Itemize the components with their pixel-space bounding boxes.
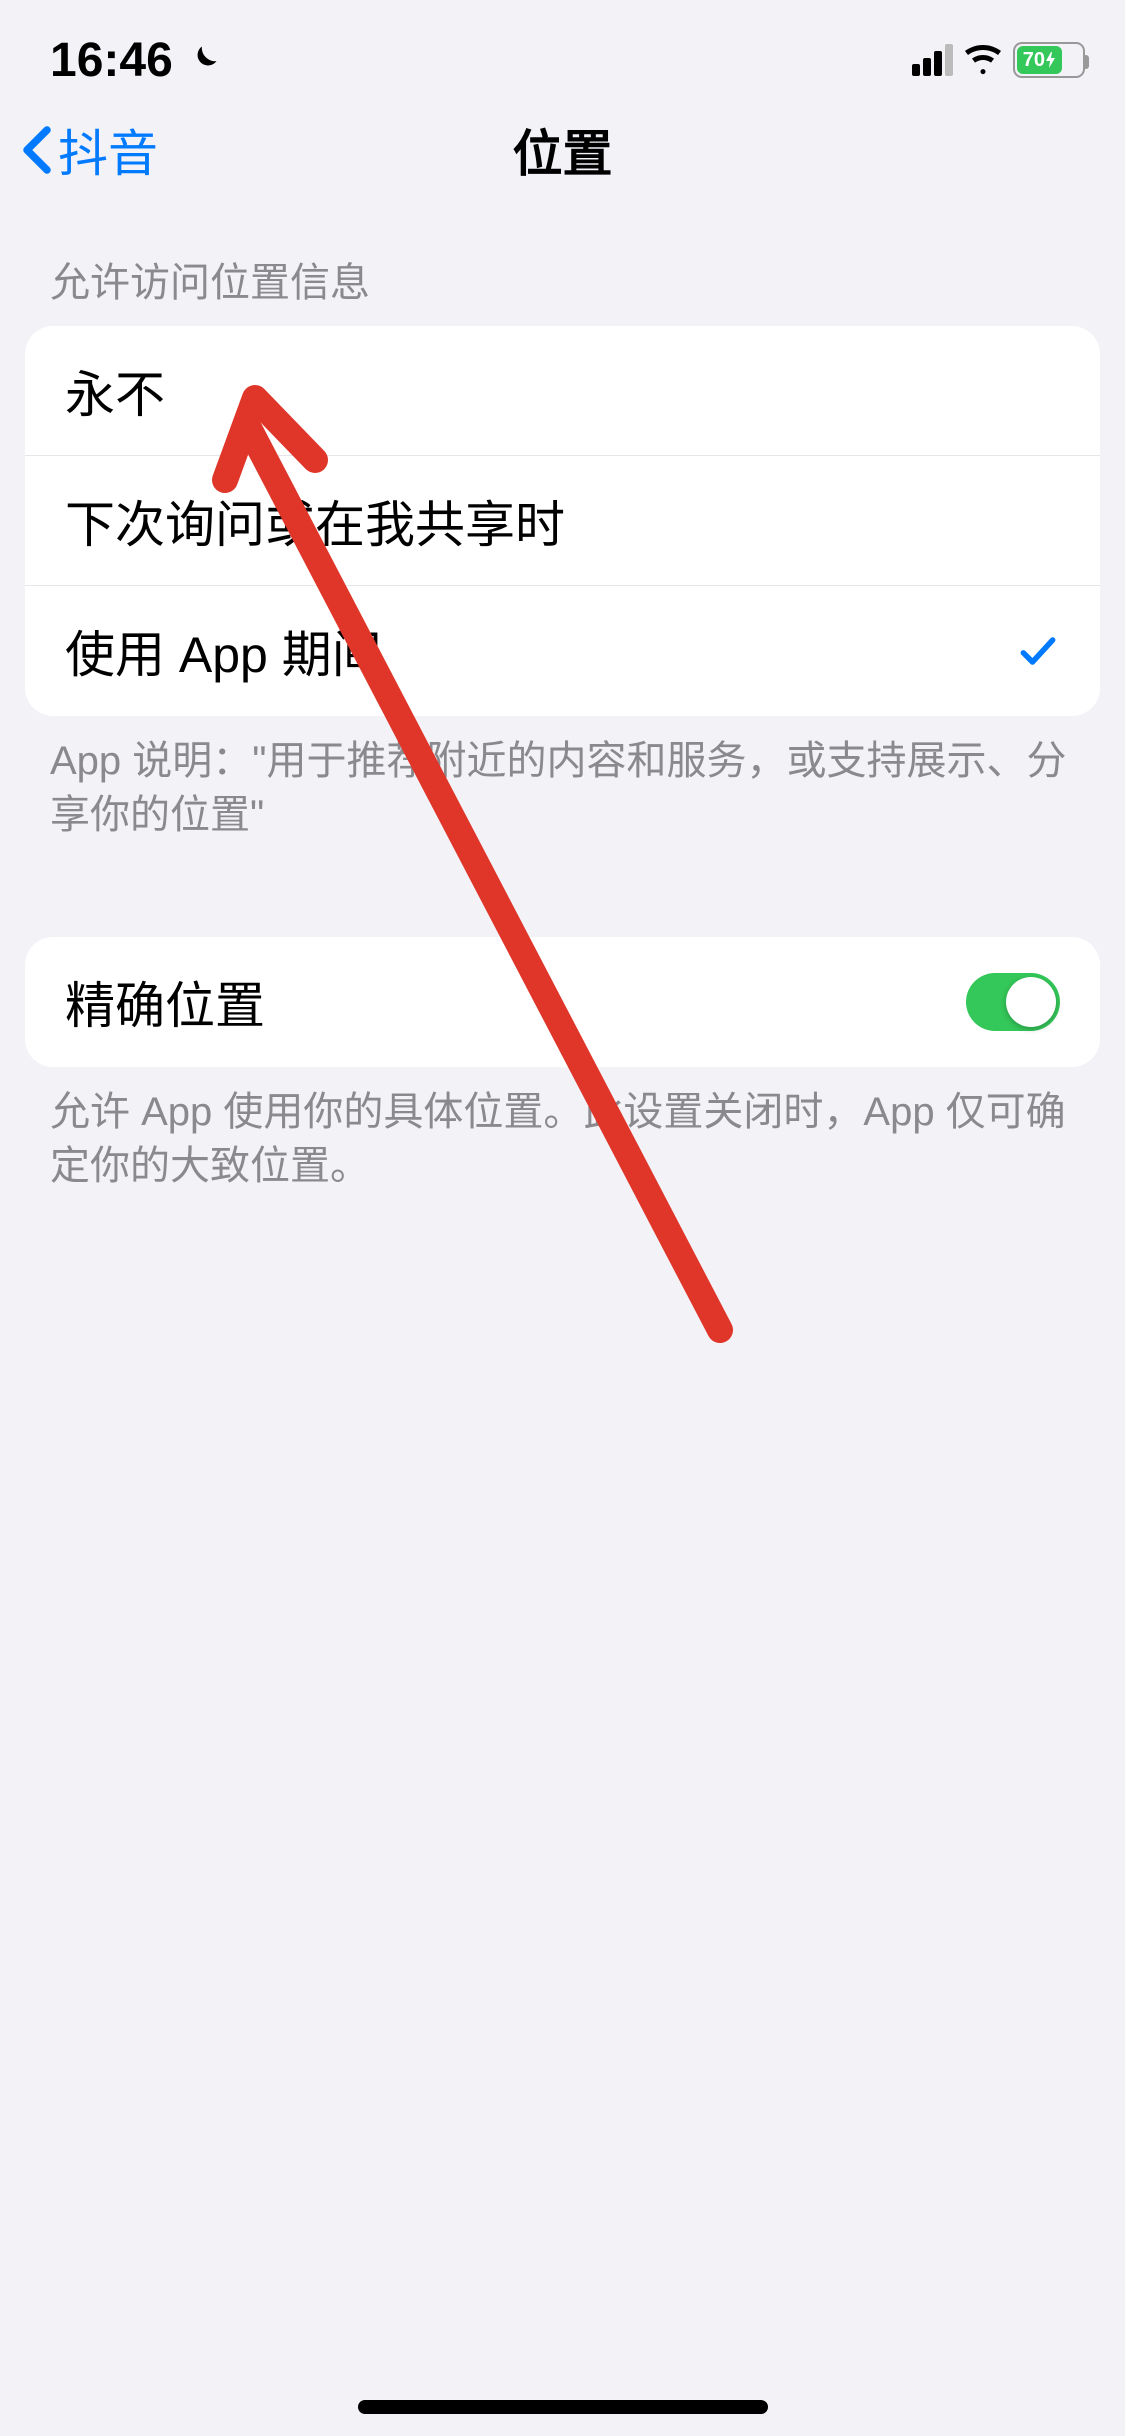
do-not-disturb-icon — [185, 42, 221, 78]
page-title: 位置 — [513, 114, 613, 186]
battery-icon: 70 — [1013, 42, 1085, 78]
option-label: 永不 — [65, 355, 165, 427]
option-ask-next-time[interactable]: 下次询问或在我共享时 — [25, 456, 1100, 586]
precise-location-toggle[interactable] — [966, 973, 1060, 1031]
nav-bar: 抖音 位置 — [0, 100, 1125, 200]
precise-location-row[interactable]: 精确位置 — [25, 937, 1100, 1067]
precise-location-label: 精确位置 — [65, 966, 265, 1038]
option-never[interactable]: 永不 — [25, 326, 1100, 456]
home-indicator[interactable] — [358, 2400, 768, 2414]
location-access-options: 永不 下次询问或在我共享时 使用 App 期间 — [25, 326, 1100, 716]
precise-location-group: 精确位置 — [25, 937, 1100, 1067]
section-header-location-access: 允许访问位置信息 — [0, 200, 1125, 326]
battery-percentage: 70 — [1023, 49, 1045, 72]
checkmark-icon — [1016, 629, 1060, 673]
option-while-using[interactable]: 使用 App 期间 — [25, 586, 1100, 716]
cellular-signal-icon — [912, 44, 953, 76]
status-left: 16:46 — [50, 33, 221, 88]
back-button[interactable]: 抖音 — [22, 114, 158, 186]
wifi-icon — [963, 40, 1003, 80]
back-label: 抖音 — [58, 114, 158, 186]
status-right: 70 — [912, 40, 1085, 80]
option-label: 使用 App 期间 — [65, 615, 382, 687]
section-footer-app-explanation: App 说明："用于推荐附近的内容和服务，或支持展示、分享你的位置" — [0, 716, 1125, 842]
status-time: 16:46 — [50, 33, 173, 88]
chevron-left-icon — [22, 125, 52, 175]
option-label: 下次询问或在我共享时 — [65, 485, 565, 557]
section-footer-precise: 允许 App 使用你的具体位置。此设置关闭时，App 仅可确定你的大致位置。 — [0, 1067, 1125, 1193]
status-bar: 16:46 70 — [0, 0, 1125, 100]
